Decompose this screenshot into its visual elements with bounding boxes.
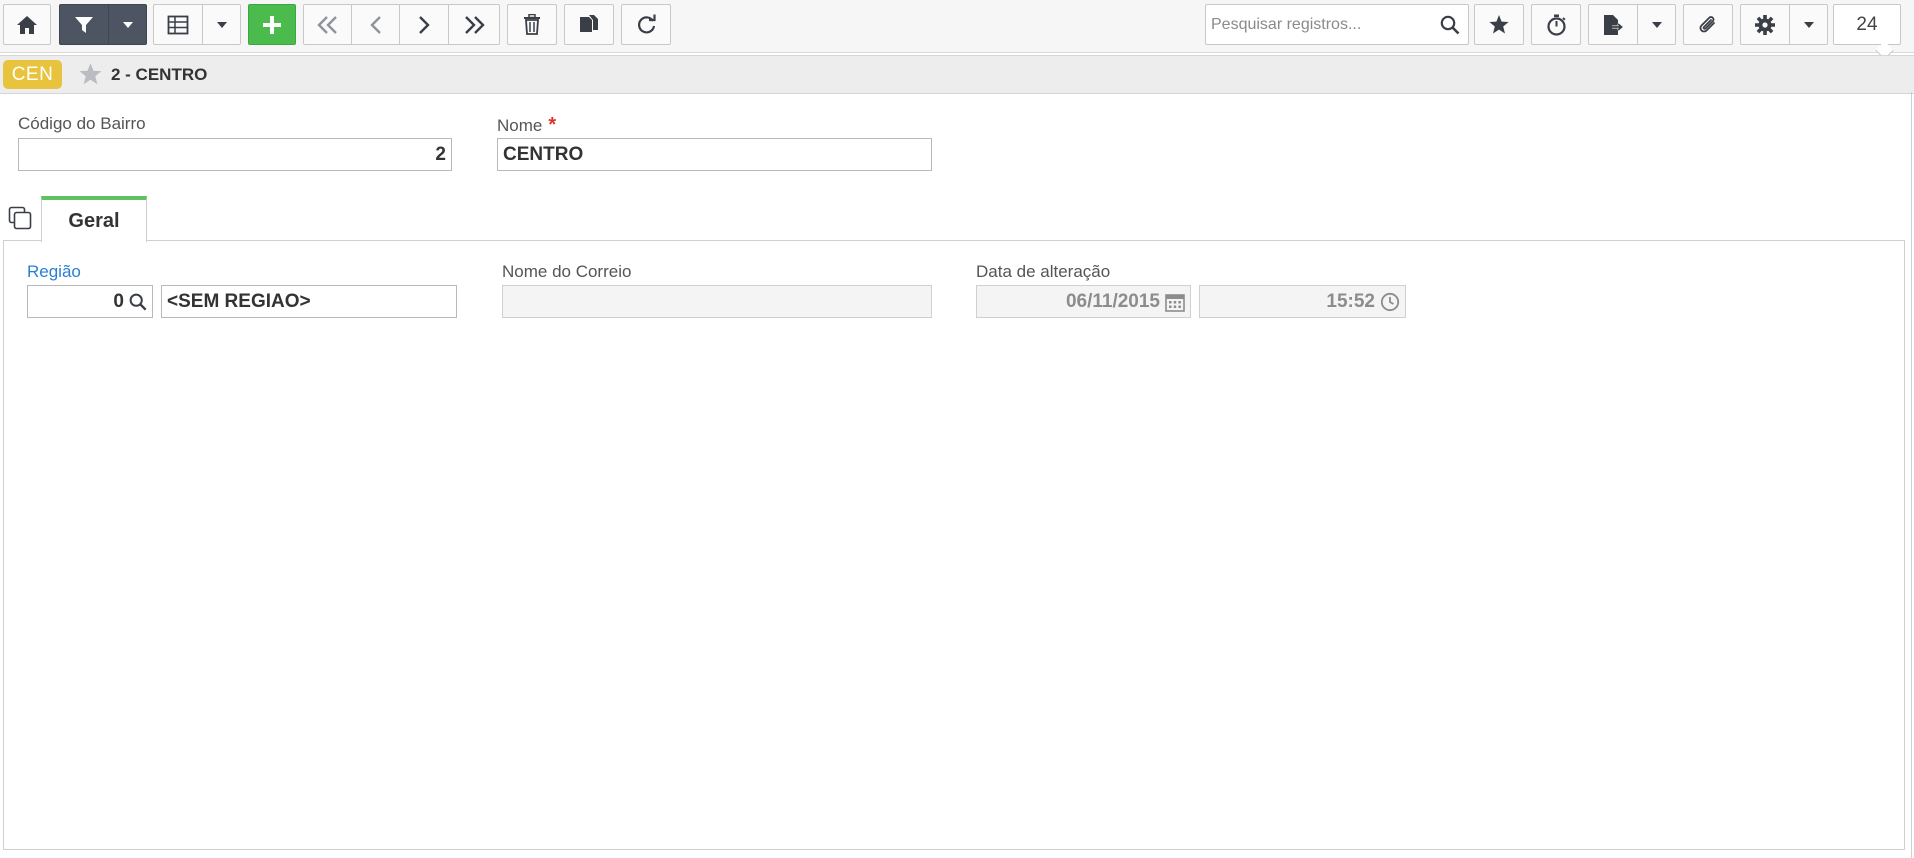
favorite-button[interactable] <box>1474 4 1524 45</box>
regiao-label-link[interactable]: Região <box>27 262 81 282</box>
add-record-button[interactable] <box>248 4 296 45</box>
settings-button[interactable] <box>1740 4 1790 45</box>
data-alteracao-time-value: 15:52 <box>1326 290 1375 312</box>
favorite-star-icon[interactable] <box>78 62 103 91</box>
chevron-left-icon <box>369 15 383 35</box>
next-record-button[interactable] <box>399 4 449 45</box>
page-size-selector[interactable]: 24 <box>1833 4 1901 45</box>
table-grid-icon <box>167 15 189 35</box>
nome-correio-label: Nome do Correio <box>502 262 632 281</box>
search-icon[interactable] <box>1440 15 1460 40</box>
regiao-code-field[interactable]: 0 <box>27 285 153 318</box>
first-record-button[interactable] <box>303 4 352 45</box>
double-chevron-right-icon <box>462 15 486 35</box>
attachments-button[interactable] <box>1683 4 1733 45</box>
double-chevron-left-icon <box>316 15 340 35</box>
tab-geral[interactable]: Geral <box>41 196 147 242</box>
filter-dropdown-button[interactable] <box>108 4 147 45</box>
regiao-code-value: 0 <box>113 290 124 312</box>
stopwatch-icon <box>1546 14 1567 36</box>
toolbar: 24 <box>0 0 1914 53</box>
required-marker: * <box>548 114 557 136</box>
home-button[interactable] <box>3 4 51 45</box>
codigo-bairro-field[interactable]: 2 <box>18 138 452 171</box>
nome-field[interactable]: CENTRO <box>497 138 932 171</box>
entity-badge: CEN <box>3 60 62 89</box>
caret-down-icon <box>1803 21 1815 29</box>
calendar-icon[interactable] <box>1165 292 1185 312</box>
filter-icon <box>74 15 94 35</box>
delete-button[interactable] <box>507 4 557 45</box>
plus-icon <box>261 14 283 36</box>
star-icon <box>1488 14 1510 35</box>
data-alteracao-label: Data de alteração <box>976 262 1111 281</box>
home-icon <box>16 15 38 35</box>
export-file-icon <box>1603 14 1623 36</box>
grid-view-button[interactable] <box>153 4 203 45</box>
data-alteracao-date-field[interactable]: 06/11/2015 <box>976 285 1191 318</box>
tab-panel-geral <box>3 240 1905 850</box>
duplicate-button[interactable] <box>564 4 614 45</box>
clock-icon[interactable] <box>1380 292 1400 312</box>
caret-down-icon <box>216 21 228 29</box>
nome-value: CENTRO <box>503 143 584 165</box>
chevron-right-icon <box>417 15 431 35</box>
page-title: 2 - CENTRO <box>111 65 208 84</box>
copy-icon <box>579 14 599 35</box>
record-title-bar: CEN 2 - CENTRO <box>0 55 1914 94</box>
paperclip-icon <box>1698 14 1718 36</box>
gear-icon <box>1754 14 1776 36</box>
regiao-name-field[interactable]: <SEM REGIAO> <box>161 285 457 318</box>
refresh-button[interactable] <box>621 4 671 45</box>
caret-down-icon <box>1651 21 1663 29</box>
trash-icon <box>523 14 541 35</box>
duplicate-tabs-icon[interactable] <box>8 206 34 237</box>
previous-record-button[interactable] <box>351 4 400 45</box>
caret-down-icon <box>122 21 134 29</box>
last-record-button[interactable] <box>448 4 500 45</box>
window-border <box>1911 92 1912 858</box>
codigo-bairro-value: 2 <box>435 143 446 165</box>
settings-dropdown-button[interactable] <box>1789 4 1828 45</box>
nome-label: Nome * <box>497 114 556 137</box>
nome-label-text: Nome <box>497 116 543 135</box>
search-input[interactable] <box>1206 5 1432 44</box>
timer-button[interactable] <box>1531 4 1581 45</box>
regiao-name-value: <SEM REGIAO> <box>167 290 311 312</box>
data-alteracao-time-field[interactable]: 15:52 <box>1199 285 1406 318</box>
nome-correio-field[interactable] <box>502 285 932 318</box>
grid-view-dropdown-button[interactable] <box>202 4 241 45</box>
filter-button[interactable] <box>59 4 109 45</box>
codigo-bairro-label: Código do Bairro <box>18 114 146 133</box>
report-dropdown-button[interactable] <box>1637 4 1676 45</box>
lookup-search-icon[interactable] <box>129 293 147 311</box>
search-box <box>1205 4 1469 45</box>
refresh-icon <box>636 14 657 35</box>
report-button[interactable] <box>1588 4 1638 45</box>
data-alteracao-date-value: 06/11/2015 <box>1065 290 1160 312</box>
